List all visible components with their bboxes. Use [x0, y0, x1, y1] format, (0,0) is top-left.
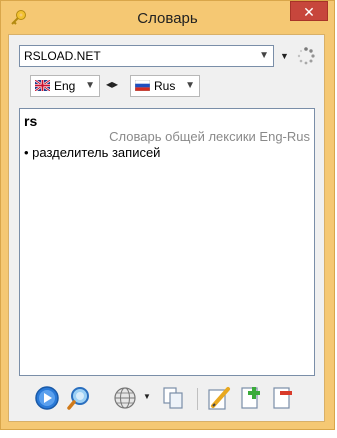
chevron-down-icon[interactable]: ▼ — [143, 392, 151, 401]
article-headword: rs — [24, 113, 38, 129]
edit-icon[interactable] — [205, 384, 233, 412]
delete-icon[interactable] — [269, 384, 297, 412]
chevron-down-icon[interactable]: ▼ — [185, 76, 195, 96]
add-icon[interactable] — [237, 384, 265, 412]
dictionary-name: Словарь общей лексики Eng-Rus — [109, 129, 310, 144]
title-bar[interactable]: Словарь ✕ — [1, 1, 334, 35]
bottom-toolbar: ▼ — [19, 382, 315, 414]
russia-flag-icon — [135, 80, 150, 91]
source-language-label: Eng — [54, 79, 76, 93]
swap-languages-button[interactable]: ◂▸ — [106, 77, 118, 91]
menu-dropdown-icon[interactable]: ▼ — [280, 51, 289, 61]
copy-icon[interactable] — [159, 384, 187, 412]
play-icon[interactable] — [33, 384, 61, 412]
toolbar-separator — [197, 388, 198, 410]
loading-spinner-icon — [297, 47, 315, 65]
search-combo[interactable]: RSLOAD.NET ▼ — [19, 45, 274, 67]
chevron-down-icon[interactable]: ▼ — [259, 46, 269, 66]
article-definition: • разделитель записей — [24, 145, 161, 160]
article-view[interactable]: rs Словарь общей лексики Eng-Rus • разде… — [19, 108, 315, 376]
target-language-select[interactable]: Rus ▼ — [130, 75, 200, 97]
target-language-label: Rus — [154, 79, 176, 93]
search-combo-value: RSLOAD.NET — [24, 49, 101, 63]
globe-icon[interactable] — [111, 384, 139, 412]
uk-flag-icon — [35, 80, 50, 91]
close-button[interactable]: ✕ — [290, 1, 328, 21]
chevron-down-icon[interactable]: ▼ — [85, 76, 95, 96]
window-title: Словарь — [137, 10, 198, 27]
search-icon[interactable] — [65, 384, 93, 412]
source-language-select[interactable]: Eng ▼ — [30, 75, 100, 97]
